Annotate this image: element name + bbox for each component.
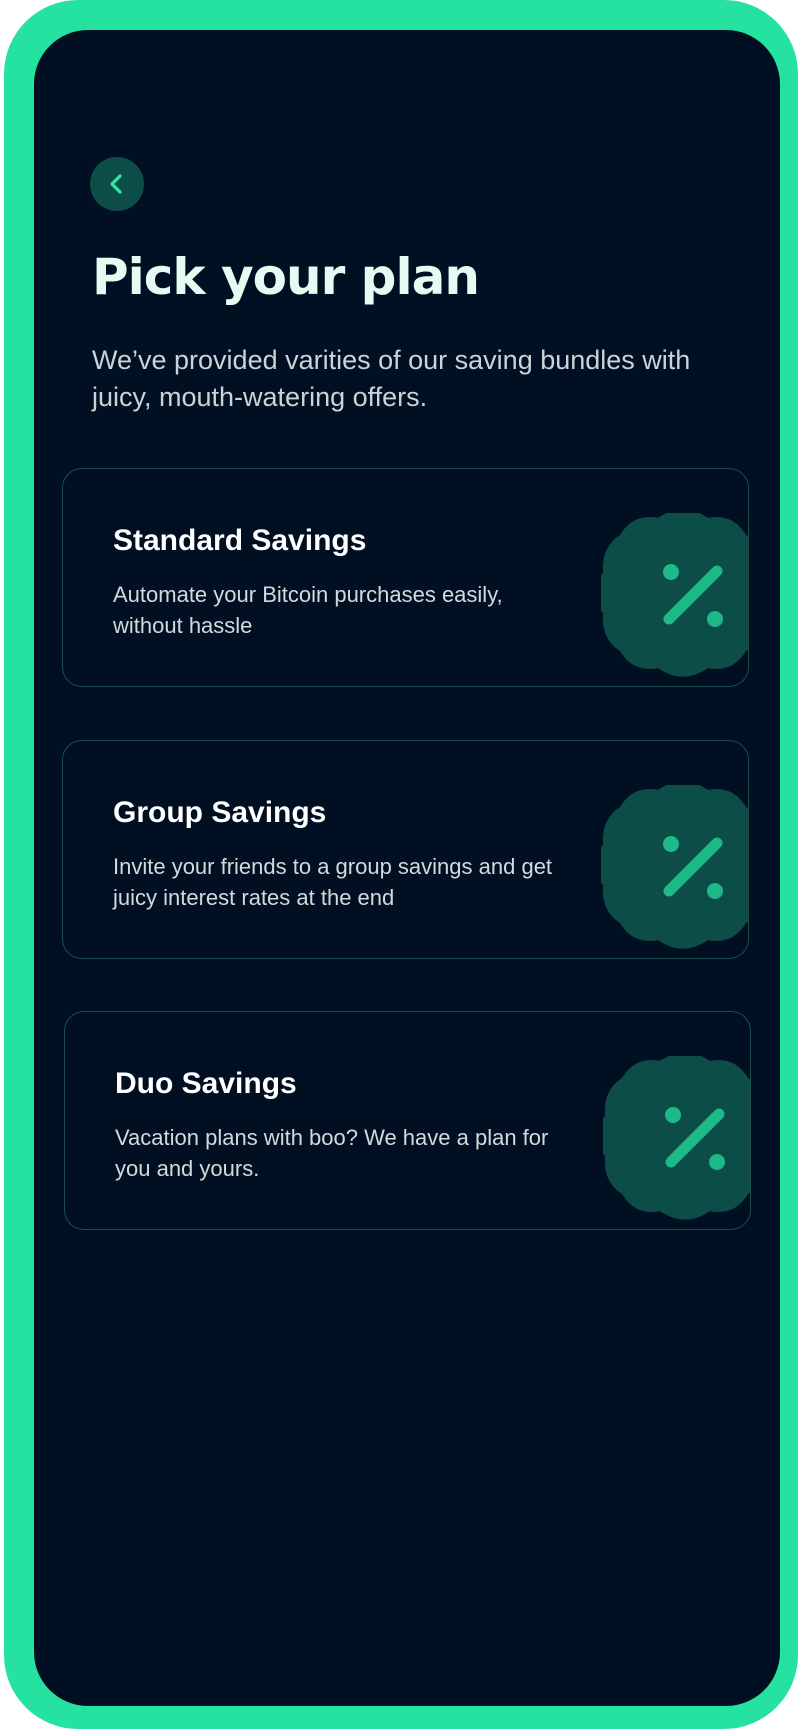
app-screen: Pick your plan We’ve provided varities o… (34, 30, 780, 1706)
plan-card-duo-savings[interactable]: Duo Savings Vacation plans with boo? We … (64, 1011, 751, 1230)
chevron-left-icon (110, 174, 122, 194)
plan-card-standard-savings[interactable]: Standard Savings Automate your Bitcoin p… (62, 468, 749, 687)
plan-card-group-savings[interactable]: Group Savings Invite your friends to a g… (62, 740, 749, 959)
device-frame: Pick your plan We’ve provided varities o… (4, 0, 798, 1729)
plan-description: Automate your Bitcoin purchases easily, … (113, 582, 503, 638)
back-button[interactable] (90, 157, 144, 211)
plan-description: Vacation plans with boo? We have a plan … (115, 1125, 549, 1181)
plan-title: Standard Savings (113, 524, 367, 557)
page-title: Pick your plan (92, 248, 480, 306)
plan-title: Duo Savings (115, 1067, 297, 1100)
percent-badge-icon (603, 1056, 750, 1220)
plan-title: Group Savings (113, 796, 327, 829)
page-subtitle: We’ve provided varities of our saving bu… (92, 345, 691, 412)
percent-badge-icon (601, 785, 748, 949)
percent-badge-icon (601, 513, 748, 677)
plan-description: Invite your friends to a group savings a… (113, 854, 553, 910)
